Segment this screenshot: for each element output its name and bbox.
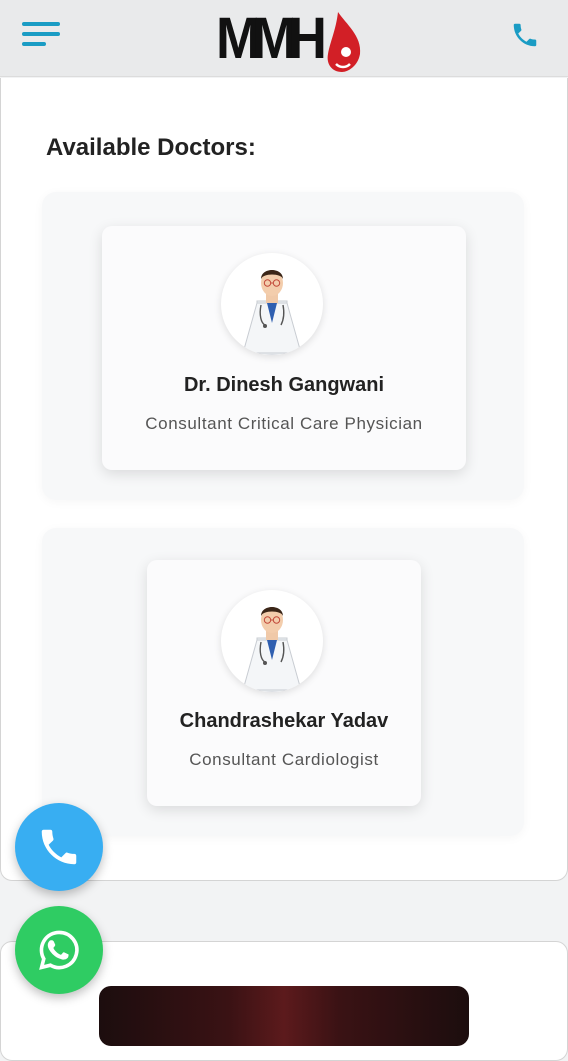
top-header: MMH [0, 0, 568, 77]
doctor-role: Consultant Cardiologist [189, 750, 379, 769]
doctor-card[interactable]: Dr. Dinesh Gangwani Consultant Critical … [102, 226, 466, 470]
doctor-avatar-icon [221, 590, 323, 692]
doctor-name: Dr. Dinesh Gangwani [183, 374, 385, 396]
hamburger-menu-icon[interactable] [22, 22, 60, 48]
phone-icon [41, 829, 77, 865]
floating-whatsapp-button[interactable] [15, 906, 103, 994]
phone-icon[interactable] [510, 20, 540, 50]
doctor-avatar-icon [221, 253, 323, 355]
site-logo[interactable]: MMH [216, 6, 364, 72]
doctor-role: Consultant Critical Care Physician [145, 414, 423, 433]
section-title: Available Doctors: [46, 134, 256, 161]
doctor-card[interactable]: Chandrashekar Yadav Consultant Cardiolog… [147, 560, 421, 806]
floating-call-button[interactable] [15, 803, 103, 891]
logo-drop-icon [327, 12, 360, 72]
doctor-name: Chandrashekar Yadav [179, 710, 389, 732]
video-thumbnail[interactable] [99, 986, 469, 1046]
logo-text: MMH [216, 6, 327, 71]
whatsapp-icon [39, 930, 79, 970]
